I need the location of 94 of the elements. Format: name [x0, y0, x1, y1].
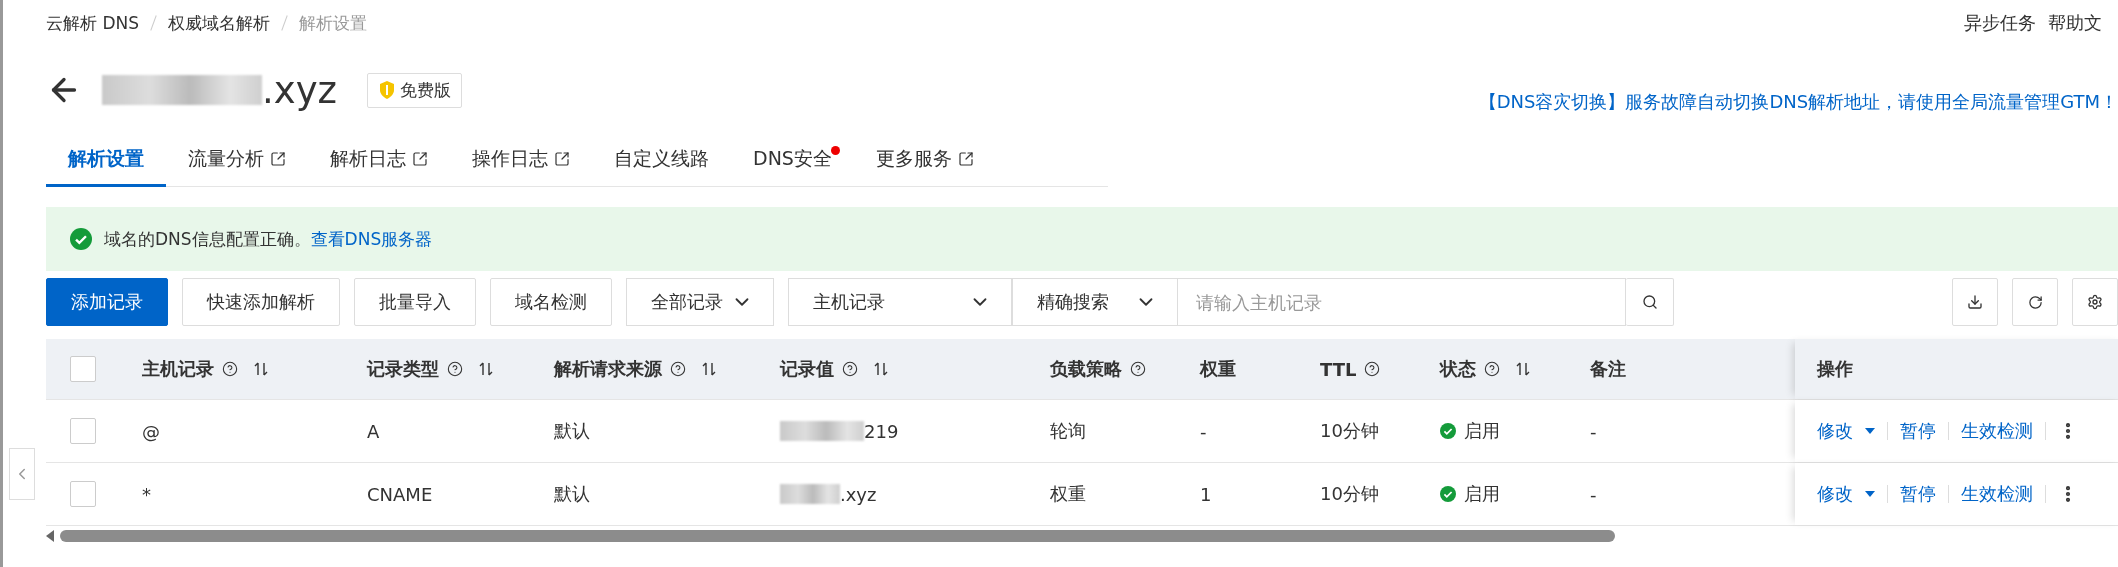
column-header: 记录类型	[367, 357, 439, 381]
sort-icon[interactable]	[1516, 361, 1530, 377]
dropdown-select[interactable]: 全部记录	[626, 278, 774, 326]
external-link-icon	[554, 151, 570, 167]
settings-icon	[2087, 294, 2103, 310]
action-link[interactable]: 暂停	[1900, 419, 1936, 443]
download-button[interactable]	[1952, 278, 1998, 326]
table-cell: 权重	[1050, 482, 1086, 506]
plan-badge: 免费版	[367, 72, 462, 108]
help-icon[interactable]	[447, 361, 463, 377]
column-header: 解析请求来源	[554, 357, 662, 381]
action-link[interactable]: 生效检测	[1961, 482, 2033, 506]
table-cell: *	[142, 483, 151, 505]
caret-icon[interactable]	[1865, 428, 1875, 434]
status-text: 启用	[1464, 482, 1500, 506]
column-header: 状态	[1440, 357, 1476, 381]
table-cell: -	[1590, 483, 1597, 505]
external-link-icon	[270, 151, 286, 167]
search-icon	[1641, 294, 1658, 310]
download-icon	[1967, 294, 1983, 310]
collapse-handle[interactable]	[9, 448, 35, 500]
tab[interactable]: DNS安全	[731, 134, 854, 187]
caret-icon[interactable]	[1865, 491, 1875, 497]
refresh-button[interactable]	[2012, 278, 2058, 326]
checkbox[interactable]	[70, 481, 96, 507]
dns-server-link[interactable]: 查看DNS服务器	[310, 228, 433, 249]
table-cell: 10分钟	[1320, 482, 1379, 506]
help-icon[interactable]	[1484, 361, 1500, 377]
dropdown-select[interactable]: 主机记录	[788, 278, 1012, 326]
table-cell: -	[1200, 420, 1207, 442]
table-cell: 默认	[554, 482, 590, 506]
column-header: 主机记录	[142, 357, 214, 381]
scrollbar-thumb[interactable]	[60, 530, 1615, 542]
table-cell: 219	[864, 420, 899, 442]
search-field[interactable]: 请输入主机记录	[1178, 278, 1626, 326]
table-cell: -	[1590, 420, 1597, 442]
action-link[interactable]: 生效检测	[1961, 419, 2033, 443]
breadcrumb-item: 解析设置	[299, 11, 367, 35]
tab[interactable]: 自定义线路	[592, 134, 731, 187]
action-link[interactable]: 修改	[1817, 419, 1853, 443]
tab[interactable]: 操作日志	[450, 134, 592, 187]
table-cell: 10分钟	[1320, 419, 1379, 443]
external-link-icon	[957, 151, 974, 167]
column-header: 备注	[1590, 357, 1626, 381]
help-icon[interactable]	[222, 361, 238, 377]
primary-button[interactable]: 添加记录	[46, 278, 168, 326]
tab[interactable]: 解析日志	[308, 134, 450, 187]
alert-text: 域名的DNS信息配置正确。查看DNS服务器	[104, 227, 433, 251]
toolbar-button[interactable]: 批量导入	[354, 278, 476, 326]
table-cell: 1	[1200, 483, 1212, 505]
help-icon[interactable]	[670, 361, 686, 377]
action-link[interactable]: 暂停	[1900, 482, 1936, 506]
help-icon[interactable]	[1364, 361, 1381, 377]
help-icon[interactable]	[1130, 361, 1146, 377]
column-header: 权重	[1200, 357, 1236, 381]
domain-title: .xyz	[102, 68, 337, 112]
sort-icon[interactable]	[702, 361, 716, 377]
tab[interactable]: 更多服务	[853, 134, 996, 187]
table-cell: 默认	[554, 419, 590, 443]
column-header: 记录值	[780, 357, 834, 381]
sort-icon[interactable]	[479, 361, 493, 377]
toolbar-button[interactable]: 快速添加解析	[182, 278, 340, 326]
table-cell: @	[142, 420, 160, 442]
breadcrumb-item[interactable]: 云解析 DNS	[46, 11, 139, 35]
toolbar-button[interactable]: 域名检测	[490, 278, 612, 326]
settings-button[interactable]	[2072, 278, 2118, 326]
sort-icon[interactable]	[254, 361, 268, 377]
dropdown-select[interactable]: 精确搜索	[1012, 278, 1178, 326]
checkbox[interactable]	[70, 356, 96, 382]
status-text: 启用	[1464, 419, 1500, 443]
table-cell: CNAME	[367, 483, 433, 505]
column-header: TTL	[1320, 358, 1357, 380]
help-icon[interactable]	[842, 361, 858, 377]
table-cell: .xyz	[840, 483, 877, 505]
promo-link[interactable]: 【DNS容灾切换】服务故障自动切换DNS解析地址，请使用全局流量管理GTM！	[1478, 90, 2118, 114]
refresh-icon	[2027, 294, 2043, 310]
check-circle-icon	[70, 228, 92, 250]
scroll-left-icon[interactable]	[46, 530, 54, 542]
checkbox[interactable]	[70, 418, 96, 444]
breadcrumb-item[interactable]: 权威域名解析	[168, 11, 270, 35]
notification-dot	[830, 146, 840, 155]
header-link[interactable]: 异步任务	[1964, 11, 2036, 35]
external-link-icon	[412, 151, 428, 167]
redaction-mark	[780, 484, 840, 504]
column-header: 操作	[1817, 357, 1853, 381]
table-cell: A	[367, 420, 380, 442]
column-header: 负载策略	[1050, 357, 1122, 381]
shield-icon	[378, 80, 396, 100]
header-link[interactable]: 帮助文	[2048, 11, 2102, 35]
tab[interactable]: 解析设置	[46, 134, 166, 187]
tab[interactable]: 流量分析	[166, 134, 308, 187]
sort-icon[interactable]	[874, 361, 888, 377]
table-cell: 轮询	[1050, 419, 1086, 443]
action-link[interactable]: 修改	[1817, 482, 1853, 506]
